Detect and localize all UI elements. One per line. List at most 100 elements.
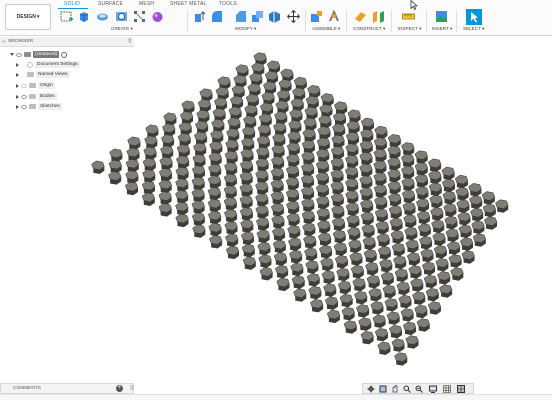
hex-tile[interactable] — [441, 166, 455, 181]
joint-icon[interactable] — [328, 10, 341, 23]
hex-tile[interactable] — [359, 140, 374, 154]
hex-tile[interactable] — [482, 203, 497, 218]
hex-tile[interactable] — [359, 187, 373, 201]
hex-tile[interactable] — [423, 274, 438, 289]
visibility-eye-icon[interactable] — [21, 94, 27, 99]
hex-tile[interactable] — [175, 166, 189, 181]
hex-tile[interactable] — [161, 134, 175, 148]
modify-menu[interactable]: MODIFY ▾ — [235, 26, 256, 32]
hex-tile[interactable] — [332, 112, 347, 126]
hex-tile[interactable] — [468, 183, 482, 197]
hex-tile[interactable] — [225, 139, 239, 153]
hex-tile[interactable] — [305, 260, 319, 274]
hex-tile[interactable] — [412, 291, 426, 305]
move-icon[interactable] — [287, 10, 300, 23]
hex-tile[interactable] — [384, 298, 398, 312]
hex-tile[interactable] — [441, 178, 456, 193]
hex-tile[interactable] — [241, 243, 256, 258]
hex-tile[interactable] — [285, 188, 300, 203]
hex-tile[interactable] — [348, 239, 362, 253]
tab-tools[interactable]: TOOLS — [219, 1, 237, 7]
hex-tile[interactable] — [223, 173, 238, 188]
pin-icon[interactable]: || — [128, 38, 131, 44]
insert-menu[interactable]: INSERT ▾ — [432, 26, 452, 32]
hex-tile[interactable] — [439, 284, 453, 298]
hex-tile[interactable] — [373, 148, 387, 163]
hex-tile[interactable] — [431, 219, 445, 234]
hex-tile[interactable] — [363, 249, 378, 263]
hex-tile[interactable] — [300, 186, 315, 200]
hex-tile[interactable] — [242, 256, 257, 270]
hex-tile[interactable] — [321, 270, 335, 284]
pin-icon[interactable]: || — [130, 385, 133, 391]
hex-tile[interactable] — [388, 205, 403, 219]
hex-tile[interactable] — [175, 213, 189, 228]
hex-tile[interactable] — [331, 217, 346, 231]
hex-tile[interactable] — [410, 278, 424, 292]
hex-tile[interactable] — [302, 222, 316, 237]
hex-tile[interactable] — [192, 154, 206, 168]
hex-tile[interactable] — [394, 352, 408, 366]
pattern-icon[interactable] — [133, 10, 146, 23]
hex-tile[interactable] — [316, 195, 330, 210]
hex-tile[interactable] — [301, 151, 315, 165]
hex-tile[interactable] — [331, 205, 345, 219]
hex-tile[interactable] — [402, 202, 416, 216]
hex-tile[interactable] — [332, 229, 347, 244]
hex-tile[interactable] — [158, 179, 173, 194]
add-comment-icon[interactable]: + — [116, 385, 123, 392]
activate-radio-icon[interactable] — [61, 51, 68, 58]
hex-tile[interactable] — [273, 252, 288, 266]
hex-tile[interactable] — [339, 293, 353, 308]
hex-tile[interactable] — [330, 146, 345, 160]
hex-tile[interactable] — [442, 191, 456, 205]
hex-tile[interactable] — [191, 200, 205, 214]
hex-tile[interactable] — [319, 245, 333, 259]
hex-tile[interactable] — [191, 188, 205, 203]
comments-panel-header[interactable]: COMMENTS + || — [0, 383, 134, 394]
hex-tile[interactable] — [288, 237, 302, 251]
hex-tile[interactable] — [287, 131, 301, 145]
hex-tile[interactable] — [175, 178, 189, 192]
look-at-icon[interactable] — [379, 385, 387, 393]
hex-tile[interactable] — [402, 321, 417, 336]
hex-tile[interactable] — [323, 283, 337, 297]
hole-icon[interactable] — [115, 10, 128, 23]
hex-tile[interactable] — [176, 155, 190, 169]
hex-tile[interactable] — [195, 120, 209, 134]
hex-tile[interactable] — [177, 133, 191, 147]
hex-tile[interactable] — [145, 124, 159, 138]
hex-tile[interactable] — [257, 124, 272, 138]
hex-tile[interactable] — [162, 123, 176, 137]
hex-tile[interactable] — [300, 174, 315, 189]
fillet-icon[interactable] — [210, 10, 223, 23]
hex-tile[interactable] — [374, 328, 389, 342]
grid-settings-icon[interactable] — [443, 385, 451, 393]
create-sketch-icon[interactable] — [60, 10, 73, 23]
hex-tile[interactable] — [271, 227, 286, 241]
hex-tile[interactable] — [290, 98, 305, 112]
hex-tile[interactable] — [304, 247, 318, 262]
hex-tile[interactable] — [370, 301, 384, 315]
hex-tile[interactable] — [375, 221, 389, 235]
hex-tile[interactable] — [433, 245, 448, 259]
hex-tile[interactable] — [191, 212, 206, 226]
hex-tile[interactable] — [258, 113, 273, 127]
hex-tile[interactable] — [240, 148, 254, 163]
hex-tile[interactable] — [347, 109, 361, 123]
hex-tile[interactable] — [373, 184, 388, 198]
hex-tile[interactable] — [210, 130, 224, 144]
visibility-eye-icon[interactable] — [21, 83, 27, 88]
shell-icon[interactable] — [251, 10, 264, 23]
hex-tile[interactable] — [347, 227, 361, 241]
expand-arrow-icon[interactable] — [16, 104, 19, 109]
hex-tile[interactable] — [125, 158, 140, 173]
new-component-icon[interactable] — [310, 10, 323, 23]
hex-tile[interactable] — [301, 140, 316, 154]
hex-tile[interactable] — [255, 158, 269, 172]
hex-tile[interactable] — [275, 100, 289, 114]
hex-tile[interactable] — [354, 291, 368, 305]
hex-tile[interactable] — [224, 221, 238, 235]
hex-tile[interactable] — [324, 296, 339, 310]
hex-tile[interactable] — [372, 314, 386, 328]
